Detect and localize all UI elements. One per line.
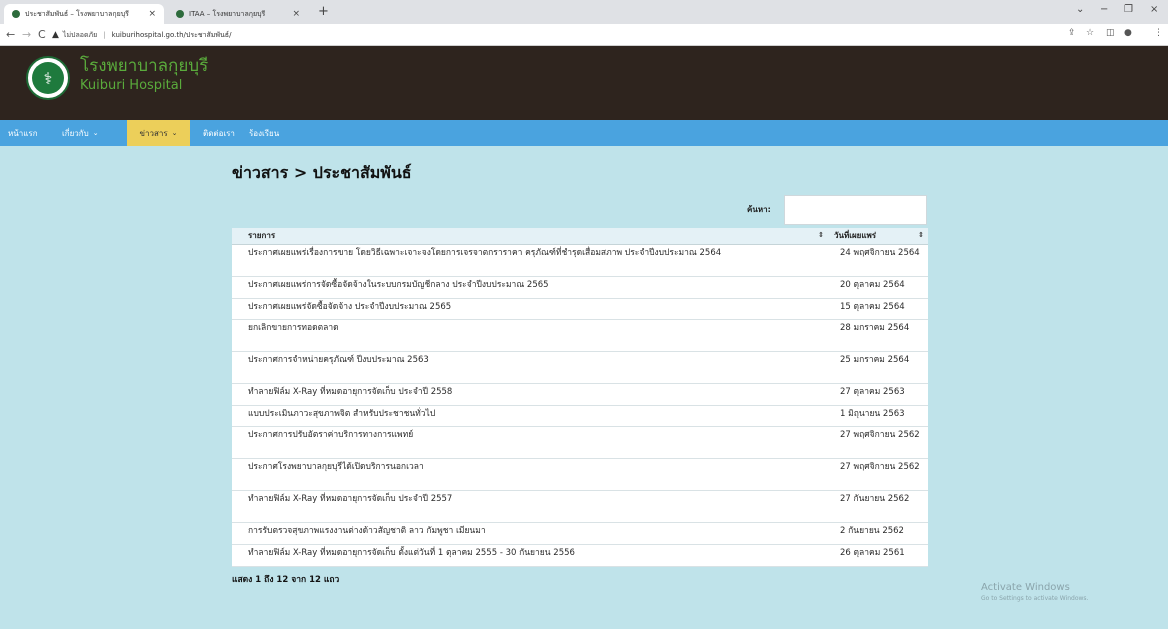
- row-title-link[interactable]: ประกาศโรงพยาบาลกุยบุรีได้เปิดบริการนอกเว…: [232, 458, 828, 491]
- news-table: รายการ ⇕ วันที่เผยแพร่ ⇕ ประกาศเผยแพร่เร…: [232, 228, 928, 567]
- row-date: 20 ตุลาคม 2564: [828, 276, 928, 299]
- sort-icon: ⇕: [818, 231, 824, 239]
- search-input[interactable]: [784, 195, 927, 225]
- row-date: 15 ตุลาคม 2564: [828, 298, 928, 320]
- restore-button[interactable]: ❐: [1124, 4, 1133, 15]
- column-header-title[interactable]: รายการ ⇕: [232, 228, 828, 245]
- browser-tab[interactable]: ITAA – โรงพยาบาลกุยบุรี ×: [168, 4, 308, 24]
- site-favicon-icon: [176, 10, 184, 18]
- reload-icon[interactable]: C: [38, 28, 46, 41]
- caduceus-icon: ⚕: [32, 62, 64, 94]
- row-date: 28 มกราคม 2564: [828, 319, 928, 352]
- browser-tab-bar: ประชาสัมพันธ์ – โรงพยาบาลกุยบุรี × ITAA …: [0, 0, 1168, 24]
- tab-close-icon[interactable]: ×: [148, 9, 156, 19]
- row-title-link[interactable]: ทำลายฟิล์ม X-Ray ที่หมดอายุการจัดเก็บ ตั…: [232, 544, 828, 567]
- row-date: 26 ตุลาคม 2561: [828, 544, 928, 567]
- site-header: ⚕ โรงพยาบาลกุยบุรี Kuiburi Hospital: [0, 46, 1168, 120]
- nav-item-label: หน้าแรก: [8, 128, 38, 138]
- tab-close-icon[interactable]: ×: [292, 9, 300, 19]
- row-title-link[interactable]: การรับตรวจสุขภาพแรงงานต่างด้าวสัญชาติ ลา…: [232, 522, 828, 545]
- table-row: ประกาศโรงพยาบาลกุยบุรีได้เปิดบริการนอกเว…: [232, 458, 928, 491]
- tab-title: ITAA – โรงพยาบาลกุยบุรี: [189, 9, 266, 18]
- bookmark-star-icon[interactable]: ☆: [1086, 28, 1094, 38]
- sort-icon: ⇕: [918, 231, 924, 239]
- table-row: ทำลายฟิล์ม X-Ray ที่หมดอายุการจัดเก็บ ปร…: [232, 490, 928, 523]
- table-header-row: รายการ ⇕ วันที่เผยแพร่ ⇕: [232, 228, 928, 245]
- url-field[interactable]: ▲ ไม่ปลอดภัย | kuiburihospital.go.th/ประ…: [52, 28, 231, 42]
- browser-menu-icon[interactable]: ⋮: [1154, 28, 1163, 38]
- nav-item-news[interactable]: ข่าวสาร ⌄: [127, 120, 190, 146]
- browser-tab-active[interactable]: ประชาสัมพันธ์ – โรงพยาบาลกุยบุรี ×: [4, 4, 164, 24]
- site-title[interactable]: โรงพยาบาลกุยบุรี: [80, 56, 208, 76]
- chevron-down-icon: ⌄: [171, 129, 178, 137]
- table-info: แสดง 1 ถึง 12 จาก 12 แถว: [232, 575, 340, 585]
- forward-icon[interactable]: →: [22, 28, 31, 41]
- row-title-link[interactable]: ประกาศการปรับอัตราค่าบริการทางการแพทย์: [232, 426, 828, 459]
- security-label: ไม่ปลอดภัย: [62, 30, 98, 39]
- nav-item-label: ข่าวสาร: [139, 128, 168, 138]
- table-row: ยกเลิกขายการทอดตลาด 28 มกราคม 2564: [232, 319, 928, 352]
- windows-activation-watermark: Activate Windows Go to Settings to activ…: [981, 582, 1088, 602]
- row-date: 25 มกราคม 2564: [828, 351, 928, 384]
- nav-item-about[interactable]: เกี่ยวกับ ⌄: [56, 120, 105, 146]
- table-row: ประกาศเผยแพร่การจัดซื้อจัดจ้างในระบบกรมบ…: [232, 276, 928, 299]
- hospital-logo-icon[interactable]: ⚕: [26, 56, 70, 100]
- page-title: ข่าวสาร > ประชาสัมพันธ์: [232, 163, 412, 182]
- row-title-link[interactable]: ประกาศเผยแพร่เรื่องการขาย โดยวิธีเฉพาะเจ…: [232, 244, 828, 277]
- row-title-link[interactable]: ยกเลิกขายการทอดตลาด: [232, 319, 828, 352]
- row-date: 27 พฤศจิกายน 2562: [828, 458, 928, 491]
- chevron-down-icon: ⌄: [92, 129, 99, 137]
- column-header-label: วันที่เผยแพร่: [834, 231, 877, 241]
- nav-item-label: ติดต่อเรา: [203, 128, 235, 138]
- site-subtitle: Kuiburi Hospital: [80, 78, 183, 93]
- row-date: 2 กันยายน 2562: [828, 522, 928, 545]
- nav-item-label: เกี่ยวกับ: [62, 128, 89, 138]
- site-favicon-icon: [12, 10, 20, 18]
- row-date: 24 พฤศจิกายน 2564: [828, 244, 928, 277]
- nav-item-home[interactable]: หน้าแรก: [2, 120, 44, 146]
- column-header-date[interactable]: วันที่เผยแพร่ ⇕: [828, 228, 928, 245]
- search-label: ค้นหา:: [747, 205, 771, 214]
- nav-item-label: ร้องเรียน: [249, 128, 280, 138]
- close-window-button[interactable]: ×: [1150, 4, 1158, 15]
- table-row: ประกาศเผยแพร่เรื่องการขาย โดยวิธีเฉพาะเจ…: [232, 244, 928, 277]
- tab-search-icon[interactable]: ⌄: [1076, 4, 1084, 15]
- table-row: ทำลายฟิล์ม X-Ray ที่หมดอายุการจัดเก็บ ตั…: [232, 544, 928, 567]
- row-title-link[interactable]: ทำลายฟิล์ม X-Ray ที่หมดอายุการจัดเก็บ ปร…: [232, 490, 828, 523]
- row-title-link[interactable]: ประกาศการจำหน่ายครุภัณฑ์ ปีงบประมาณ 2563: [232, 351, 828, 384]
- new-tab-button[interactable]: +: [318, 4, 329, 19]
- warning-icon: ▲: [52, 30, 59, 40]
- nav-item-contact[interactable]: ติดต่อเรา: [197, 120, 241, 146]
- profile-icon[interactable]: ●: [1124, 28, 1132, 38]
- row-date: 27 กันยายน 2562: [828, 490, 928, 523]
- row-title-link[interactable]: ประกาศเผยแพร่การจัดซื้อจัดจ้างในระบบกรมบ…: [232, 276, 828, 299]
- table-row: ประกาศการจำหน่ายครุภัณฑ์ ปีงบประมาณ 2563…: [232, 351, 928, 384]
- row-title-link[interactable]: ทำลายฟิล์ม X-Ray ที่หมดอายุการจัดเก็บ ปร…: [232, 383, 828, 406]
- share-icon[interactable]: ⇪: [1068, 28, 1076, 38]
- row-date: 1 มิถุนายน 2563: [828, 405, 928, 427]
- table-row: ประกาศการปรับอัตราค่าบริการทางการแพทย์ 2…: [232, 426, 928, 459]
- main-nav: หน้าแรก เกี่ยวกับ ⌄ ข่าวสาร ⌄ ติดต่อเรา …: [0, 120, 1168, 146]
- minimize-button[interactable]: −: [1100, 4, 1108, 15]
- row-title-link[interactable]: ประกาศเผยแพร่จัดซื้อจัดจ้าง ประจำปีงบประ…: [232, 298, 828, 320]
- row-date: 27 ตุลาคม 2563: [828, 383, 928, 406]
- table-row: ประกาศเผยแพร่จัดซื้อจัดจ้าง ประจำปีงบประ…: [232, 298, 928, 320]
- tab-title: ประชาสัมพันธ์ – โรงพยาบาลกุยบุรี: [25, 9, 129, 18]
- table-row: ทำลายฟิล์ม X-Ray ที่หมดอายุการจัดเก็บ ปร…: [232, 383, 928, 406]
- back-icon[interactable]: ←: [6, 28, 15, 41]
- url-separator: |: [103, 31, 106, 39]
- table-row: การรับตรวจสุขภาพแรงงานต่างด้าวสัญชาติ ลา…: [232, 522, 928, 545]
- table-row: แบบประเมินภาวะสุขภาพจิต สำหรับประชาชนทั่…: [232, 405, 928, 427]
- column-header-label: รายการ: [248, 231, 276, 241]
- side-panel-icon[interactable]: ◫: [1106, 28, 1115, 38]
- row-date: 27 พฤศจิกายน 2562: [828, 426, 928, 459]
- url-text: kuiburihospital.go.th/ประชาสัมพันธ์/: [111, 30, 232, 39]
- watermark-line1: Activate Windows: [981, 582, 1070, 593]
- browser-address-bar: ← → C ▲ ไม่ปลอดภัย | kuiburihospital.go.…: [0, 24, 1168, 46]
- nav-item-complaint[interactable]: ร้องเรียน: [243, 120, 285, 146]
- row-title-link[interactable]: แบบประเมินภาวะสุขภาพจิต สำหรับประชาชนทั่…: [232, 405, 828, 427]
- watermark-line2: Go to Settings to activate Windows.: [981, 595, 1089, 602]
